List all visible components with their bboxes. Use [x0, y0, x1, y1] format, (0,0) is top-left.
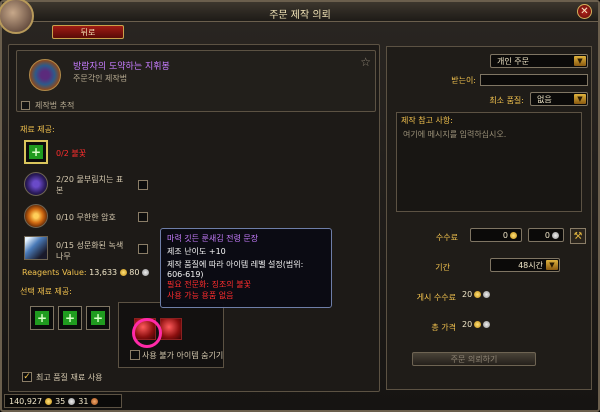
gold-coin-icon — [119, 269, 127, 276]
add-optional-reagent-icon: + — [35, 311, 49, 325]
reagents-section-label: 재료 제공: — [20, 125, 55, 134]
silver-coin-icon — [141, 269, 149, 276]
add-optional-reagent-icon: + — [91, 311, 105, 325]
reagent-slot-spark[interactable]: + — [24, 140, 48, 164]
window-title: 주문 제작 의뢰 — [269, 10, 331, 21]
tooltip-difficulty: 제조 난이도 +10 — [167, 247, 226, 256]
duration-dropdown[interactable]: 48시간 ▼ — [490, 258, 560, 272]
reagents-value-silver: 80 — [129, 268, 140, 277]
highlight-circle — [132, 318, 162, 348]
gold-coin-icon — [510, 231, 517, 239]
title-bar[interactable]: 주문 제작 의뢰 ✕ — [2, 2, 598, 22]
reagent-slot-specimen[interactable] — [24, 172, 48, 196]
posting-fee-value: 20 — [462, 290, 491, 299]
use-best-quality-checkbox[interactable]: ✓ — [22, 372, 32, 382]
reagent-specimen-label-line1: 2/20 물부림치는 표 — [56, 175, 124, 184]
close-button[interactable]: ✕ — [577, 4, 592, 19]
total-price-value: 20 — [462, 320, 491, 329]
reagent-slot-wood[interactable] — [24, 236, 48, 260]
recipe-icon[interactable] — [29, 59, 61, 91]
optional-slot-1[interactable]: + — [30, 306, 54, 330]
chevron-down-icon: ▼ — [574, 56, 586, 66]
optional-reagents-section-label: 선택 재료 제공: — [20, 287, 72, 296]
reagents-value: Reagents Value: 13,633 80 — [22, 268, 149, 277]
commission-gold-value: 0 — [502, 230, 508, 240]
silver-coin-icon — [552, 231, 559, 239]
commission-label: 수수료 — [435, 233, 458, 242]
duration-value: 48시간 — [518, 260, 543, 270]
total-price-label: 총 가격 — [431, 323, 456, 332]
order-type-value: 개인 주문 — [497, 56, 529, 66]
hide-unusable-label: 사용 불가 아이템 숨기기 — [142, 351, 224, 360]
gold-coin-icon — [474, 291, 482, 298]
optional-slot-2[interactable]: + — [58, 306, 82, 330]
recipe-name[interactable]: 방랑자의 도약하는 지휘봉 — [73, 59, 170, 72]
reagent-specimen-checkbox[interactable] — [138, 180, 148, 190]
recipient-label: 받는이: — [451, 76, 476, 85]
recipe-card: 방랑자의 도약하는 지휘봉 주문각인 제작법 ☆ 제작법 추적 — [16, 50, 376, 112]
reagent-wood-checkbox[interactable] — [138, 244, 148, 254]
hide-unusable-checkbox[interactable] — [130, 350, 140, 360]
min-quality-label: 최소 품질: — [489, 96, 524, 105]
reagents-value-gold: 13,633 — [89, 268, 118, 277]
tooltip-requirement: 필요 전문화: 징조의 불꽃 — [167, 280, 251, 289]
min-quality-value: 없음 — [537, 94, 552, 104]
reagent-spark-label: 0/2 불꽃 — [56, 149, 87, 158]
reagent-cipher-checkbox[interactable] — [138, 212, 148, 222]
commission-gold-input[interactable]: 0 — [470, 228, 522, 242]
track-recipe-checkbox[interactable] — [21, 101, 30, 110]
note-placeholder: 여기에 메시지를 입력하십시오. — [403, 130, 507, 139]
reagent-slot-cipher[interactable] — [24, 204, 48, 228]
gold-coin-icon — [45, 397, 53, 405]
reagent-wood-label-line2: 나무 — [56, 252, 71, 261]
add-reagent-icon: + — [29, 145, 43, 159]
order-type-dropdown[interactable]: 개인 주문 ▼ — [490, 54, 588, 68]
crest-gem-2[interactable] — [160, 318, 182, 340]
commission-silver-input[interactable]: 0 — [528, 228, 564, 242]
currency-copper: 31 — [78, 396, 89, 406]
recipient-input[interactable] — [480, 74, 588, 86]
player-currency: 140,927 35 31 — [4, 394, 122, 408]
chevron-down-icon: ▼ — [574, 94, 586, 104]
favorite-star-icon[interactable]: ☆ — [360, 55, 371, 69]
use-best-quality-label: 최고 품질 재료 사용 — [36, 373, 103, 382]
tooltip-range: 606-619) — [167, 270, 204, 279]
tooltip-no-usable: 사용 가능 용품 없음 — [167, 291, 234, 300]
total-price-gold: 20 — [462, 320, 473, 329]
hammer-icon[interactable]: ⚒ — [570, 228, 586, 244]
silver-coin-icon — [483, 291, 491, 298]
item-tooltip: 마력 깃든 룬새김 전령 문장 제조 난이도 +10 제작 품질에 따라 아이템… — [160, 228, 332, 308]
reagent-wood-label-line1: 0/15 성문화된 녹색 — [56, 241, 124, 250]
chevron-down-icon: ▼ — [546, 260, 558, 270]
tooltip-title: 마력 깃든 룬새김 전령 문장 — [167, 234, 259, 243]
back-button[interactable]: 뒤로 — [52, 25, 124, 39]
currency-silver: 35 — [55, 396, 66, 406]
reagent-specimen-label-line2: 본 — [56, 186, 64, 195]
place-order-button[interactable]: 주문 의뢰하기 — [412, 352, 536, 366]
copper-coin-icon — [91, 397, 99, 405]
optional-slot-3[interactable]: + — [86, 306, 110, 330]
posting-fee-gold: 20 — [462, 290, 473, 299]
recipe-subtitle: 주문각인 제작법 — [73, 74, 128, 83]
duration-label: 기간 — [435, 263, 450, 272]
silver-coin-icon — [68, 397, 76, 405]
commission-silver-value: 0 — [544, 230, 550, 240]
min-quality-dropdown[interactable]: 없음 ▼ — [530, 92, 588, 106]
tooltip-quality-desc: 제작 품질에 따라 아이템 레벨 설정(범위: — [167, 260, 304, 269]
note-title: 제작 참고 사항: — [401, 116, 453, 125]
reagents-value-label: Reagents Value: — [22, 268, 87, 277]
track-recipe-label: 제작법 추적 — [35, 101, 75, 110]
currency-gold: 140,927 — [9, 396, 43, 406]
gold-coin-icon — [474, 321, 482, 328]
add-optional-reagent-icon: + — [63, 311, 77, 325]
reagent-cipher-label: 0/10 무한한 암호 — [56, 213, 116, 222]
posting-fee-label: 게시 수수료 — [416, 293, 456, 302]
crafter-note-box[interactable]: 제작 참고 사항: 여기에 메시지를 입력하십시오. — [396, 112, 582, 212]
silver-coin-icon — [483, 321, 491, 328]
